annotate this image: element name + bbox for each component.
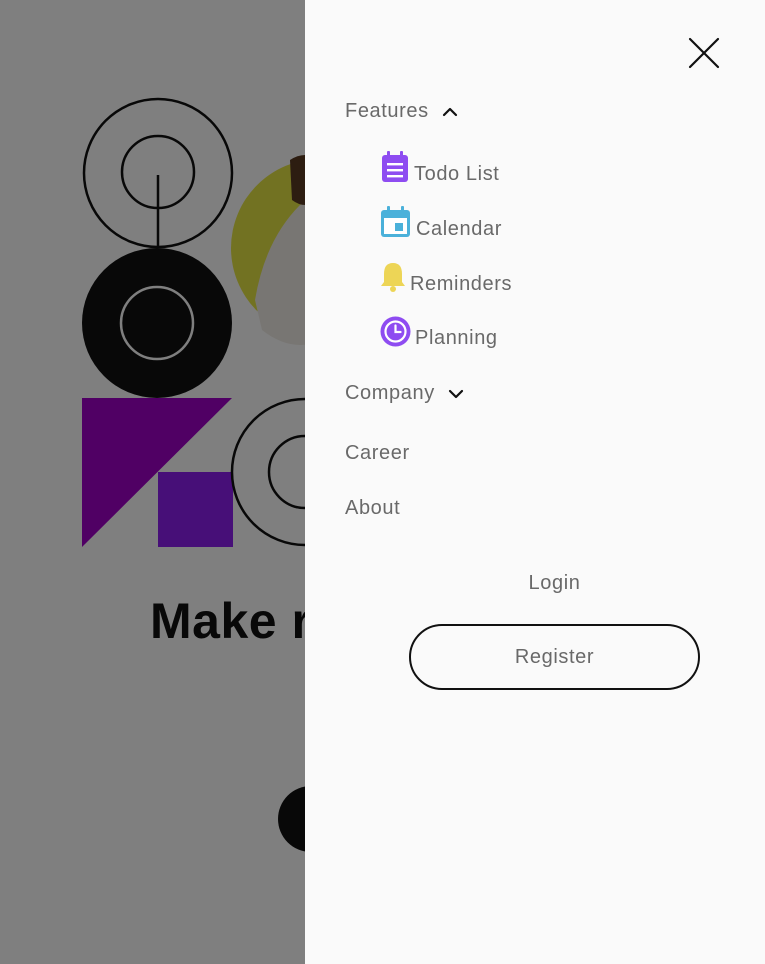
nav-item-label: Features	[345, 100, 429, 122]
nav-item-career[interactable]: Career	[345, 442, 410, 465]
submenu-item-label: Calendar	[416, 217, 502, 240]
submenu-item-calendar[interactable]: Calendar	[380, 206, 502, 244]
chevron-up-icon	[441, 100, 459, 123]
nav-item-label: About	[345, 497, 401, 519]
mobile-menu-panel: Features Todo List Calendar Reminders Pl…	[305, 0, 765, 964]
submenu-item-planning[interactable]: Planning	[380, 316, 498, 353]
submenu-item-reminders[interactable]: Reminders	[380, 261, 512, 299]
nav-item-about[interactable]: About	[345, 497, 400, 520]
submenu-item-todo-list[interactable]: Todo List	[380, 151, 499, 189]
chevron-down-icon	[447, 382, 465, 405]
submenu-item-label: Planning	[415, 327, 498, 349]
todo-list-icon	[380, 151, 410, 189]
nav-item-company[interactable]: Company	[345, 382, 465, 405]
close-menu-button[interactable]	[686, 35, 724, 73]
calendar-icon	[380, 206, 412, 244]
nav-item-label: Career	[345, 442, 410, 464]
register-button[interactable]: Register	[409, 624, 700, 690]
submenu-item-label: Reminders	[410, 272, 513, 295]
submenu-item-label: Todo List	[414, 162, 500, 185]
nav-item-features[interactable]: Features	[345, 100, 459, 123]
nav-item-label: Company	[345, 382, 435, 404]
bell-icon	[380, 261, 406, 299]
close-icon	[688, 37, 720, 69]
login-link[interactable]: Login	[409, 572, 700, 595]
clock-icon	[380, 316, 411, 353]
register-button-label: Register	[514, 645, 595, 668]
